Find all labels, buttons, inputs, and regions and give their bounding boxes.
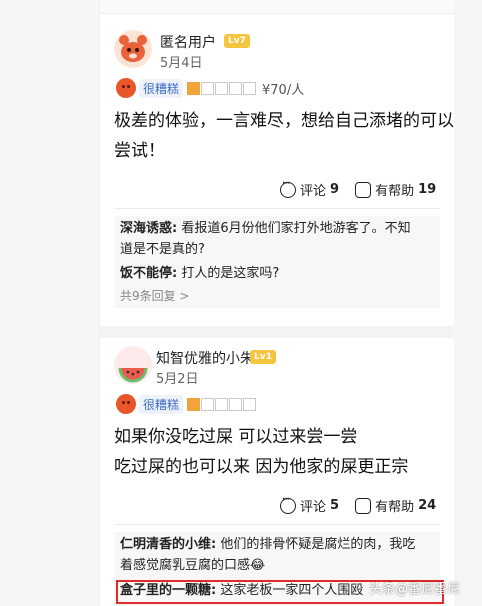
star-icon [201, 81, 215, 95]
rating-label: 很糟糕 [139, 78, 184, 98]
review-text-line: 如果你没吃过屎 可以过来尝一尝 [114, 427, 358, 447]
star-icon [187, 81, 201, 95]
stats-row: 评论 9 有帮助 19 [280, 179, 436, 199]
reply-text: 着感觉腐乳豆腐的口感😂 [120, 558, 266, 573]
star-icon [201, 397, 215, 411]
thumbs-up-icon [355, 181, 372, 198]
review-card: 知智优雅的小朱 Lv1 5月2日 很糟糕 如果你没吃过屎 可以过来尝一尝 吃过屎… [100, 338, 454, 606]
reply-item[interactable]: 仁明清香的小维: 他们的排骨怀疑是腐烂的肉，我吃 着感觉腐乳豆腐的口感😂 [120, 534, 434, 576]
star-icon [229, 397, 243, 411]
star-icon [215, 81, 229, 95]
review-text: 如果你没吃过屎 可以过来尝一尝 吃过屎的也可以来 因为他家的屎更正宗 [114, 422, 408, 482]
right-margin [452, 0, 482, 606]
comments-label: 评论 [300, 500, 327, 515]
avatar[interactable] [114, 30, 152, 68]
top-strip [100, 0, 454, 14]
reply-item[interactable]: 深海诱惑: 看报道6月份他们家打外地游客了。不知 道是不是真的? [120, 218, 434, 260]
replies-section: 深海诱惑: 看报道6月份他们家打外地游客了。不知 道是不是真的? 饭不能停: 打… [114, 216, 440, 308]
left-margin [0, 0, 98, 606]
username[interactable]: 知智优雅的小朱 [156, 348, 254, 368]
more-replies-link[interactable]: 共9条回复 > [120, 287, 434, 304]
star-icon [229, 81, 243, 95]
comments-count: 9 [330, 182, 340, 197]
helpful-label: 有帮助 [375, 184, 415, 199]
comments-count: 5 [330, 498, 340, 513]
level-badge: Lv7 [224, 34, 250, 48]
review-text: 极差的体验，一言难尽，想给自己添堵的可以 尝试！ [114, 106, 454, 166]
review-card: 匿名用户 Lv7 5月4日 很糟糕 ¥70/人 极差的体验，一言难尽，想给自己添… [100, 0, 454, 326]
level-badge: Lv1 [250, 350, 276, 364]
thumbs-up-icon [355, 497, 372, 514]
helpful-count: 19 [418, 182, 437, 197]
reply-username[interactable]: 仁明清香的小维: [120, 537, 216, 552]
reply-item[interactable]: 饭不能停: 打人的是这家吗? [120, 263, 434, 284]
review-text-line: 极差的体验，一言难尽，想给自己添堵的可以 [114, 111, 454, 131]
comment-icon [280, 179, 296, 198]
reply-username[interactable]: 饭不能停: [120, 266, 177, 281]
rating-label: 很糟糕 [139, 394, 184, 414]
reply-text: 他们的排骨怀疑是腐烂的肉，我吃 [220, 537, 416, 552]
stats-row: 评论 5 有帮助 24 [280, 495, 436, 515]
star-icon [187, 397, 201, 411]
helpful-count: 24 [418, 498, 437, 513]
divider [114, 524, 440, 525]
comments-label: 评论 [300, 184, 327, 199]
helpful-button[interactable]: 有帮助 24 [355, 496, 436, 515]
star-icon [243, 81, 257, 95]
helpful-label: 有帮助 [375, 500, 415, 515]
star-rating [187, 397, 257, 411]
reply-text: 道是不是真的? [120, 242, 205, 257]
rating-row: 很糟糕 ¥70/人 [116, 78, 304, 98]
comments-button[interactable]: 评论 9 [280, 179, 340, 199]
angry-face-icon [116, 394, 136, 414]
star-icon [243, 397, 257, 411]
reply-text: 打人的是这家吗? [181, 266, 280, 281]
reply-username[interactable]: 深海诱惑: [120, 221, 177, 236]
reply-text: 看报道6月份他们家打外地游客了。不知 [181, 221, 411, 236]
rating-row: 很糟糕 [116, 394, 257, 414]
price-per-person: ¥70/人 [262, 82, 305, 98]
review-date: 5月4日 [160, 56, 203, 71]
review-text-line: 吃过屎的也可以来 因为他家的屎更正宗 [114, 457, 409, 477]
username[interactable]: 匿名用户 [160, 32, 216, 52]
review-date: 5月2日 [156, 372, 199, 387]
helpful-button[interactable]: 有帮助 19 [355, 180, 436, 199]
avatar[interactable] [114, 346, 152, 384]
divider [114, 208, 440, 209]
comment-icon [280, 495, 296, 514]
comments-button[interactable]: 评论 5 [280, 495, 340, 515]
review-text-line: 尝试！ [114, 141, 165, 161]
angry-face-icon [116, 78, 136, 98]
star-icon [215, 397, 229, 411]
star-rating [187, 81, 257, 95]
watermark: 头条@番尼番尼 [368, 582, 460, 597]
